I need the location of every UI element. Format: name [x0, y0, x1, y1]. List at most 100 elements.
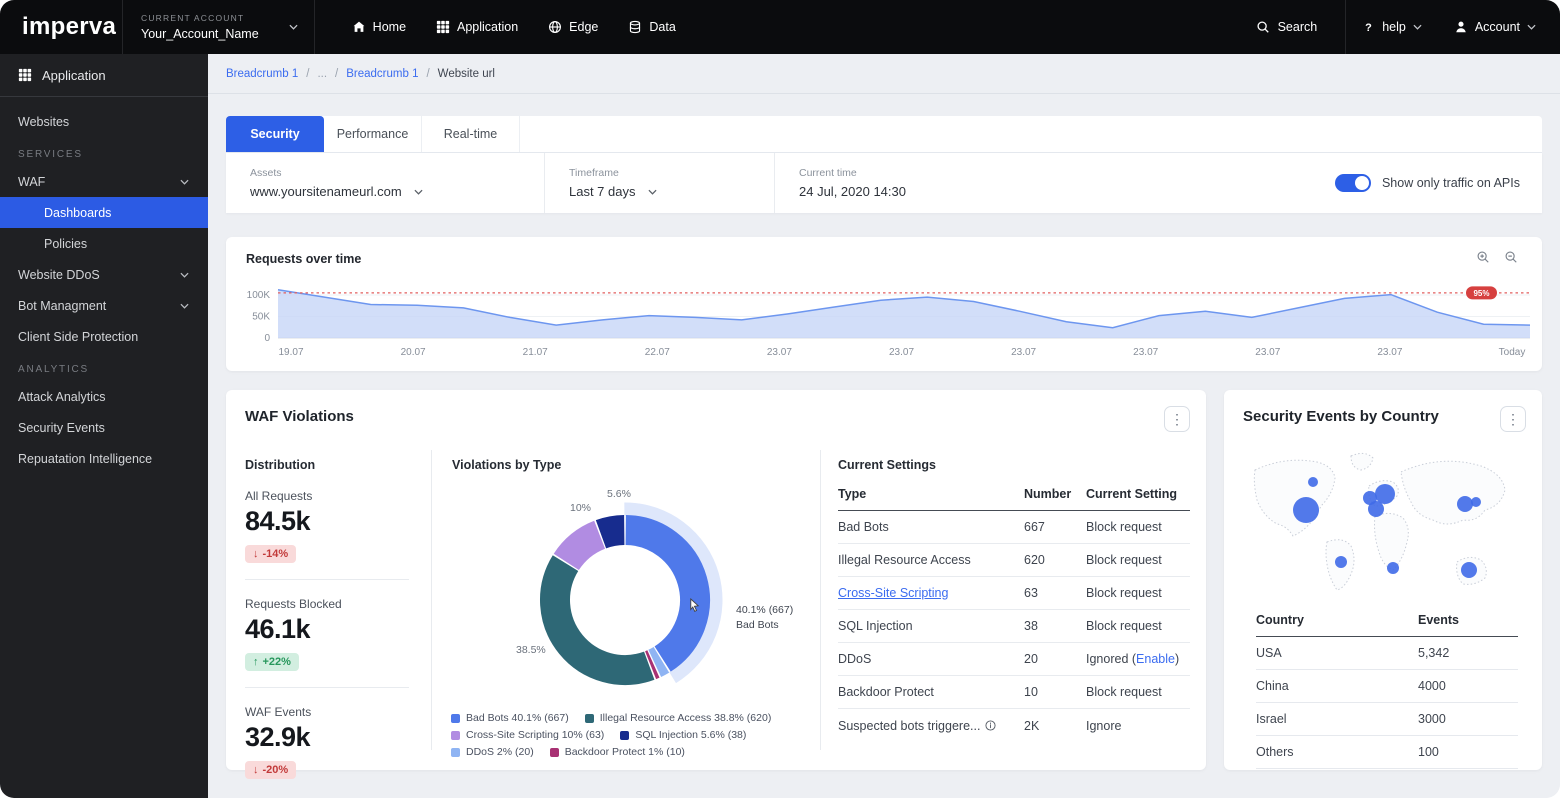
- sidebar-item-repuatation-intelligence[interactable]: Repuatation Intelligence: [0, 443, 208, 474]
- account-switcher[interactable]: Current account Your_Account_Name: [122, 0, 315, 54]
- sidebar-item-client-side-protection[interactable]: Client Side Protection: [0, 321, 208, 352]
- donut-legend: Bad Bots 40.1% (667)Illegal Resource Acc…: [451, 712, 771, 763]
- panel-title: Security Events by Country: [1243, 408, 1439, 425]
- world-map: [1243, 442, 1523, 597]
- stat-divider: [245, 579, 409, 580]
- sidebar-section-services: SERVICES: [0, 137, 208, 166]
- help-menu[interactable]: ? help: [1346, 20, 1438, 34]
- chevron-down-icon: [180, 303, 189, 309]
- waf-violations-panel: WAF Violations ⋮ Distribution All Reques…: [226, 390, 1206, 770]
- donut-percent-label: 38.5%: [516, 644, 546, 656]
- timeframe-value: Last 7 days: [569, 184, 636, 199]
- enable-link[interactable]: Enable: [1136, 652, 1175, 666]
- violation-count: 63: [1024, 586, 1086, 600]
- donut-percent-label: 10%: [570, 502, 591, 514]
- topnav-item-edge[interactable]: Edge: [535, 12, 611, 42]
- stat-divider: [245, 687, 409, 688]
- requests-over-time-panel: Requests over time 100K50K095%19.0720.07…: [226, 237, 1542, 371]
- country-name: Others: [1256, 745, 1418, 759]
- tab-real-time[interactable]: Real-time: [422, 116, 520, 152]
- country-name: USA: [1256, 646, 1418, 660]
- chevron-down-icon: [180, 179, 189, 185]
- globe-icon: [548, 20, 562, 34]
- assets-dropdown[interactable]: Assets www.yoursitenameurl.com: [226, 153, 545, 213]
- svg-text:?: ?: [1365, 22, 1372, 34]
- topnav-item-application[interactable]: Application: [423, 12, 531, 42]
- svg-text:23.07: 23.07: [1011, 347, 1036, 358]
- api-traffic-toggle[interactable]: [1335, 174, 1371, 192]
- column-divider: [431, 450, 432, 750]
- chevron-down-icon: [1413, 24, 1422, 30]
- sidebar-item-policies[interactable]: Policies: [0, 228, 208, 259]
- sidebar-item-website-ddos[interactable]: Website DDoS: [0, 259, 208, 290]
- breadcrumb-separator: /: [335, 68, 338, 80]
- chevron-down-icon: [414, 189, 423, 195]
- country-name: Israel: [1256, 712, 1418, 726]
- topnav-item-data[interactable]: Data: [615, 12, 688, 42]
- event-count: 5,342: [1418, 646, 1518, 660]
- svg-text:95%: 95%: [1473, 289, 1489, 298]
- topnav-item-home[interactable]: Home: [339, 12, 419, 42]
- column-header: Type: [838, 487, 1024, 501]
- kebab-menu-icon[interactable]: ⋮: [1500, 406, 1526, 432]
- type-link[interactable]: Cross-Site Scripting: [838, 586, 1024, 600]
- event-count: 3000: [1418, 712, 1518, 726]
- settings-row-bad-bots: Bad Bots667Block request: [838, 511, 1190, 544]
- column-header: Current Setting: [1086, 487, 1190, 501]
- search-button[interactable]: Search: [1228, 0, 1346, 54]
- event-count: 100: [1418, 745, 1518, 759]
- breadcrumb: Breadcrumb 1/.../Breadcrumb 1/Website ur…: [208, 54, 1560, 94]
- breadcrumb-link[interactable]: Breadcrumb 1: [346, 68, 418, 80]
- imperva-logo[interactable]: imperva: [0, 13, 122, 41]
- sidebar-item-attack-analytics[interactable]: Attack Analytics: [0, 381, 208, 412]
- settings-row-cross-site-scripting: Cross-Site Scripting63Block request: [838, 577, 1190, 610]
- trend-badge: ↓-20%: [245, 761, 296, 779]
- current-time: Current time 24 Jul, 2020 14:30: [775, 153, 936, 213]
- main-content: Breadcrumb 1/.../Breadcrumb 1/Website ur…: [208, 54, 1560, 798]
- sidebar-app-header[interactable]: Application: [0, 54, 208, 96]
- database-icon: [628, 20, 642, 34]
- filter-bar: Assets www.yoursitenameurl.com Timeframe…: [226, 153, 1542, 213]
- breadcrumb-link[interactable]: Breadcrumb 1: [226, 68, 298, 80]
- breadcrumb-separator: /: [306, 68, 309, 80]
- timeframe-dropdown[interactable]: Timeframe Last 7 days: [545, 153, 775, 213]
- violation-count: 38: [1024, 619, 1086, 633]
- primary-nav: HomeApplicationEdgeData: [339, 12, 689, 42]
- account-menu[interactable]: Account: [1438, 20, 1560, 34]
- kebab-menu-icon[interactable]: ⋮: [1164, 406, 1190, 432]
- requests-area-chart: 100K50K095%19.0720.0721.0722.0723.0723.0…: [226, 281, 1542, 369]
- legend-item-bad-bots: Bad Bots 40.1% (667): [451, 712, 569, 724]
- chevron-down-icon: [648, 189, 657, 195]
- violation-count: 667: [1024, 520, 1086, 534]
- security-events-panel: Security Events by Country ⋮ CountryEven…: [1224, 390, 1542, 770]
- sidebar-item-waf[interactable]: WAF: [0, 166, 208, 197]
- stat-value: 46.1k: [245, 614, 415, 645]
- stat-label: WAF Events: [245, 705, 415, 719]
- zoom-out-icon[interactable]: [1504, 250, 1518, 264]
- sidebar-item-security-events[interactable]: Security Events: [0, 412, 208, 443]
- legend-swatch: [620, 731, 629, 740]
- stat-waf-events: WAF Events32.9k↓-20%: [245, 705, 415, 779]
- info-icon[interactable]: [985, 720, 996, 731]
- column-header: Events: [1418, 613, 1518, 627]
- chevron-down-icon: [1527, 24, 1536, 30]
- zoom-in-icon[interactable]: [1476, 250, 1490, 264]
- sidebar-item-dashboards[interactable]: Dashboards: [0, 197, 208, 228]
- tab-security[interactable]: Security: [226, 116, 324, 152]
- sidebar-item-websites[interactable]: Websites: [0, 106, 208, 137]
- donut-callout: 40.1% (667) Bad Bots: [736, 603, 793, 633]
- svg-text:21.07: 21.07: [523, 347, 548, 358]
- sidebar: Application WebsitesSERVICESWAFDashboard…: [0, 54, 208, 798]
- country-row-usa: USA5,342: [1256, 637, 1518, 670]
- table-header: TypeNumberCurrent Setting: [838, 478, 1190, 511]
- grid-icon: [436, 20, 450, 34]
- settings-row-sql-injection: SQL Injection38Block request: [838, 610, 1190, 643]
- svg-text:100K: 100K: [247, 290, 271, 301]
- trend-badge: ↑+22%: [245, 653, 299, 671]
- country-row-others: Others100: [1256, 736, 1518, 769]
- tab-performance[interactable]: Performance: [324, 116, 422, 152]
- svg-text:23.07: 23.07: [1255, 347, 1280, 358]
- settings-row-suspected-bots-triggere: Suspected bots triggere...2KIgnore: [838, 709, 1190, 742]
- assets-value: www.yoursitenameurl.com: [250, 184, 402, 199]
- sidebar-item-bot-managment[interactable]: Bot Managment: [0, 290, 208, 321]
